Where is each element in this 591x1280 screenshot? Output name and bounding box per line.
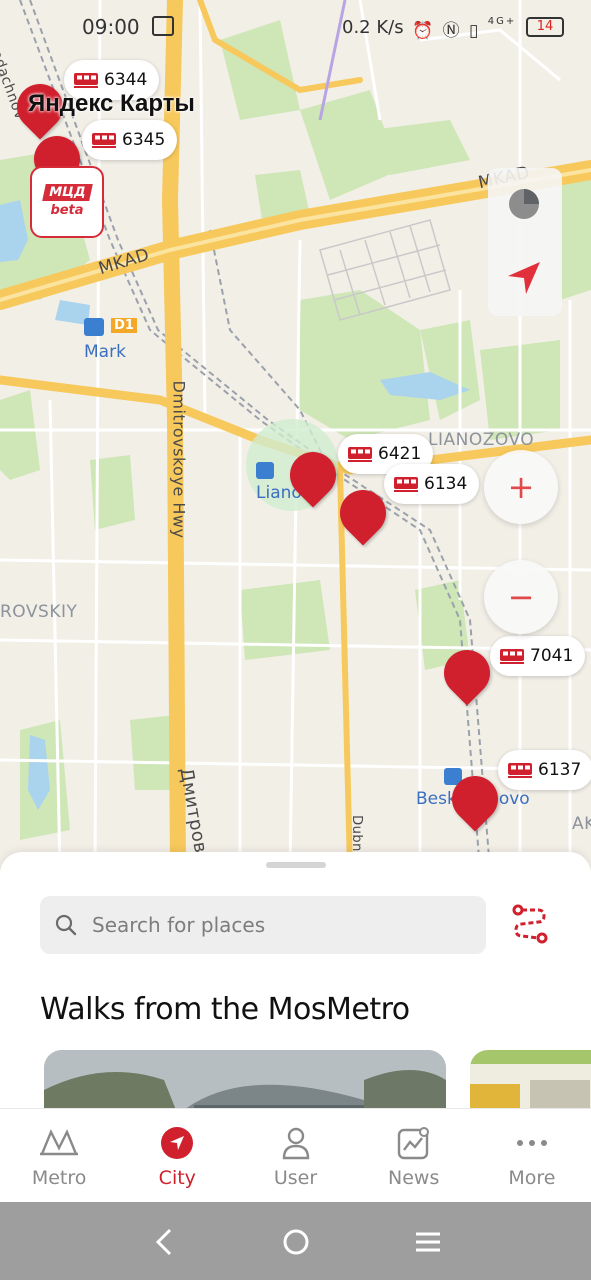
map-controls-panel: [488, 168, 562, 316]
mcd-badge-sublabel: beta: [50, 203, 84, 218]
home-icon: [283, 1229, 309, 1255]
tab-city[interactable]: City: [118, 1109, 236, 1202]
train-number: 6134: [424, 474, 468, 494]
train-number: 6137: [538, 760, 582, 780]
walk-card[interactable]: [44, 1050, 446, 1108]
map-view[interactable]: 09:00 0.2 K/s ⏰ Ⓝ ▯ 4G+ 14 MKAD MKAD Dmi…: [0, 0, 591, 870]
train-icon: [74, 72, 98, 88]
tab-label: More: [508, 1167, 556, 1189]
menu-button[interactable]: [408, 1222, 448, 1262]
network-type: 4G+: [487, 16, 517, 27]
news-icon: [394, 1125, 434, 1161]
route-icon: [512, 904, 548, 944]
tab-metro[interactable]: Metro: [0, 1109, 118, 1202]
tab-label: News: [388, 1167, 440, 1189]
walk-card-image: [44, 1050, 446, 1108]
train-number: 6345: [122, 130, 166, 150]
camera-icon: [152, 16, 174, 36]
sheet-drag-handle[interactable]: [266, 862, 326, 868]
zoom-in-button[interactable]: +: [484, 450, 558, 524]
mcd-badge-label: МЦД: [41, 184, 93, 201]
train-label[interactable]: 6137: [498, 750, 591, 790]
layers-icon: [509, 189, 539, 219]
back-icon: [155, 1228, 172, 1256]
tab-label: City: [158, 1167, 196, 1189]
tab-user[interactable]: User: [236, 1109, 354, 1202]
line-badge-d1: D1: [111, 318, 137, 333]
navigation-arrow-icon: [157, 1125, 197, 1161]
tab-more[interactable]: More: [473, 1109, 591, 1202]
my-location-button[interactable]: [504, 258, 544, 298]
train-icon: [508, 762, 532, 778]
train-icon: [92, 132, 116, 148]
train-number: 6421: [378, 444, 422, 464]
train-label[interactable]: 6134: [384, 464, 480, 504]
train-icon: [348, 446, 372, 462]
train-label[interactable]: 7041: [490, 636, 586, 676]
mcd-beta-badge[interactable]: МЦД beta: [30, 166, 104, 238]
layers-button[interactable]: [506, 186, 542, 222]
section-title: Walks from the MosMetro: [40, 992, 410, 1027]
road-label-dubni: Dubni: [348, 815, 364, 856]
district-label-lianozovo: LIANOZOVO: [428, 430, 535, 450]
train-station-icon: [256, 462, 274, 479]
station-label: ovo: [498, 789, 530, 809]
home-button[interactable]: [276, 1222, 316, 1262]
status-bar: 09:00 0.2 K/s ⏰ Ⓝ ▯ 4G+ 14: [0, 0, 591, 54]
train-icon: [500, 648, 524, 664]
user-icon: [276, 1125, 316, 1161]
more-icon: [512, 1125, 552, 1161]
status-icons: ⏰ Ⓝ ▯ 4G+: [412, 16, 517, 41]
back-button[interactable]: [144, 1222, 184, 1262]
zoom-out-button[interactable]: −: [484, 560, 558, 634]
bottom-tab-bar: Metro City User News More: [0, 1108, 591, 1202]
bottom-sheet[interactable]: Walks from the MosMetro: [0, 852, 591, 1108]
station-mark[interactable]: D1 Mark: [84, 318, 137, 362]
network-speed: 0.2 K/s: [342, 17, 404, 38]
metro-icon: [39, 1125, 79, 1161]
walk-card[interactable]: [470, 1050, 591, 1108]
train-icon: [394, 476, 418, 492]
district-label-rovskiy: ROVSKIY: [0, 602, 78, 622]
station-label: Mark: [84, 342, 126, 362]
yandex-maps-logo: Яндекс Карты: [28, 90, 195, 117]
route-button[interactable]: [508, 902, 552, 946]
district-label-ak: AK: [572, 814, 591, 834]
status-time: 09:00: [82, 15, 140, 39]
train-station-icon: [84, 318, 104, 336]
system-nav-bar: [0, 1202, 591, 1280]
train-label[interactable]: 6345: [82, 120, 178, 160]
search-bar[interactable]: [40, 896, 486, 954]
battery-icon: 14: [526, 17, 564, 37]
search-input[interactable]: [92, 913, 452, 937]
walk-card-image: [470, 1050, 591, 1108]
navigation-arrow-icon: [508, 262, 540, 294]
menu-icon: [416, 1232, 440, 1252]
tab-news[interactable]: News: [355, 1109, 473, 1202]
tab-label: User: [273, 1167, 318, 1189]
train-number: 6344: [104, 70, 148, 90]
road-label-dmitrovskoye: Dmitrovskoye Hwy: [169, 380, 189, 539]
train-number: 7041: [530, 646, 574, 666]
tab-label: Metro: [31, 1167, 87, 1189]
search-icon: [55, 914, 77, 936]
